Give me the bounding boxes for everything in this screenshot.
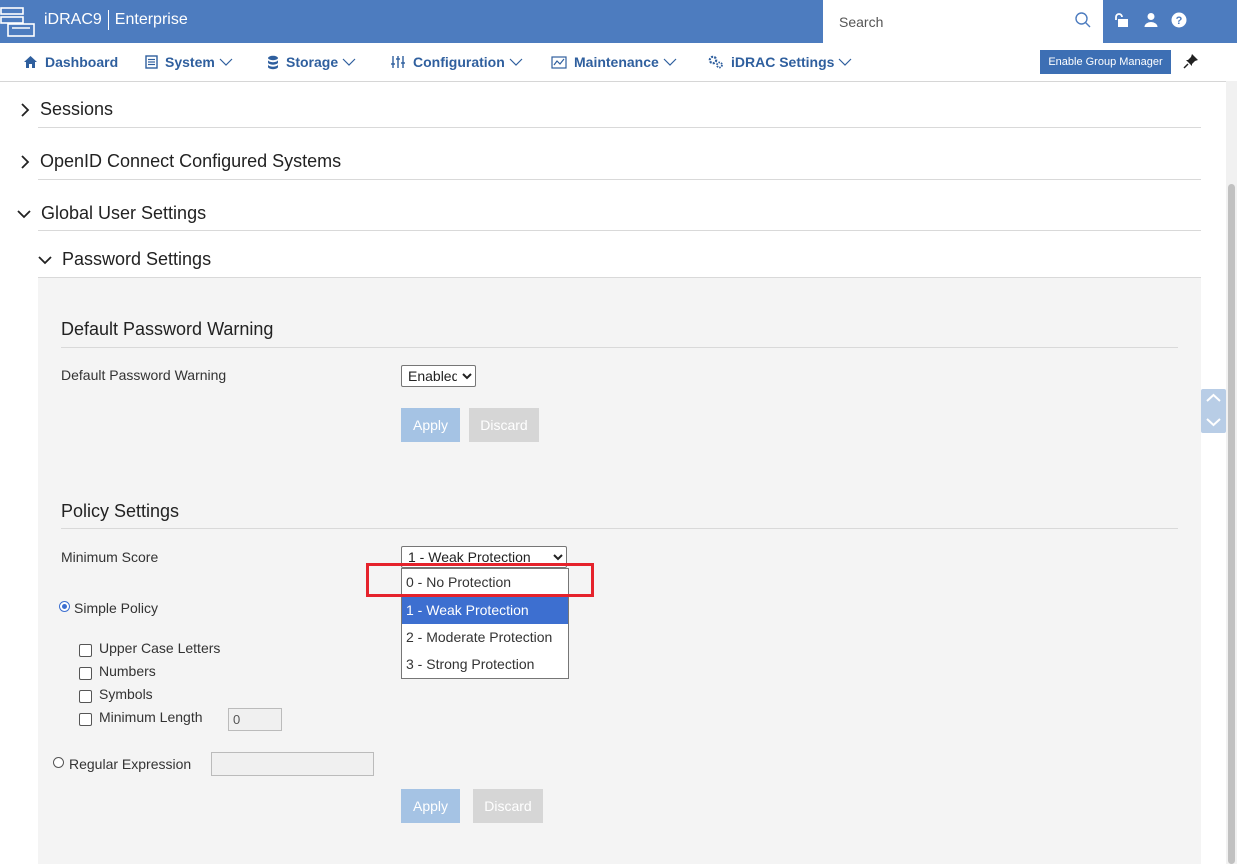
user-icon[interactable] [1143, 12, 1159, 28]
nav-dashboard-label: Dashboard [45, 54, 119, 70]
minimum-score-label: Minimum Score [61, 549, 159, 565]
default-password-warning-heading: Default Password Warning [61, 319, 274, 339]
enable-group-manager-button[interactable]: Enable Group Manager [1040, 50, 1171, 74]
discard-button[interactable]: Discard [469, 408, 539, 442]
upper-case-checkbox[interactable] [79, 644, 92, 657]
nav-configuration[interactable]: Configuration [390, 54, 523, 70]
regular-expression-radio[interactable] [53, 757, 64, 768]
upper-case-label: Upper Case Letters [99, 640, 221, 656]
unlock-icon[interactable] [1113, 12, 1129, 28]
search-icon[interactable] [1074, 11, 1092, 29]
database-icon [268, 55, 278, 69]
divider [61, 347, 1178, 348]
nav-configuration-label: Configuration [413, 54, 505, 70]
nav-storage[interactable]: Storage [267, 54, 356, 70]
regular-expression-input[interactable] [211, 752, 374, 776]
nav-idrac-settings[interactable]: iDRAC Settings [708, 54, 852, 70]
policy-settings-heading: Policy Settings [61, 501, 180, 521]
highlight-box [366, 563, 594, 597]
chevron-up-icon[interactable] [1206, 393, 1221, 403]
chevron-down-icon[interactable] [1206, 417, 1221, 427]
nav-storage-label: Storage [286, 54, 339, 70]
apply-button[interactable]: Apply [401, 789, 460, 823]
symbols-label: Symbols [99, 686, 153, 702]
chevron-down-icon [342, 58, 356, 66]
regular-expression-label: Regular Expression [69, 756, 192, 772]
brand-title: iDRAC9 Enterprise [44, 10, 188, 30]
apply-button[interactable]: Apply [401, 408, 460, 442]
option-weak-protection[interactable]: 1 - Weak Protection [402, 597, 568, 624]
nav-maintenance[interactable]: Maintenance [551, 54, 677, 70]
server-icon [145, 55, 158, 69]
divider [38, 127, 1201, 128]
pin-icon[interactable] [1183, 53, 1199, 69]
chevron-right-icon [21, 102, 30, 117]
chevron-down-icon [17, 209, 31, 218]
nav-system[interactable]: System [145, 54, 233, 70]
search-box [823, 0, 1103, 43]
help-icon[interactable]: ? [1171, 12, 1187, 28]
vertical-scrollbar[interactable] [1226, 81, 1237, 864]
option-moderate-protection[interactable]: 2 - Moderate Protection [402, 624, 568, 651]
sliders-icon [391, 56, 405, 68]
nav-maintenance-label: Maintenance [574, 54, 659, 70]
numbers-label: Numbers [99, 663, 156, 679]
numbers-checkbox[interactable] [79, 667, 92, 680]
scrollbar-thumb[interactable] [1228, 184, 1235, 864]
divider [61, 528, 1178, 529]
option-strong-protection[interactable]: 3 - Strong Protection [402, 651, 568, 678]
default-password-warning-select[interactable]: Enabled [401, 365, 476, 387]
divider [38, 179, 1201, 180]
svg-text:?: ? [1176, 15, 1183, 27]
home-icon [24, 56, 37, 68]
simple-policy-label: Simple Policy [74, 600, 159, 616]
chevron-down-icon [38, 255, 52, 264]
section-password-settings-label: Password Settings [62, 249, 212, 269]
minimum-length-checkbox[interactable] [79, 713, 92, 726]
chevron-down-icon [509, 58, 523, 66]
section-global-user-settings[interactable]: Global User Settings [17, 203, 206, 224]
default-password-warning-label: Default Password Warning [61, 367, 227, 383]
nav-idrac-settings-label: iDRAC Settings [731, 54, 835, 70]
edition-name: Enterprise [114, 11, 188, 28]
password-settings-panel [38, 278, 1201, 864]
divider [38, 230, 1201, 231]
nav-system-label: System [165, 54, 215, 70]
gears-icon [708, 55, 723, 69]
discard-button[interactable]: Discard [473, 789, 543, 823]
section-global-user-label: Global User Settings [41, 203, 207, 223]
header-icons: ? [1103, 0, 1237, 43]
chevron-down-icon [839, 58, 852, 66]
section-openid-label: OpenID Connect Configured Systems [40, 151, 342, 171]
minimum-length-input[interactable] [228, 708, 282, 731]
chevron-right-icon [21, 154, 30, 169]
section-openid[interactable]: OpenID Connect Configured Systems [20, 151, 341, 172]
chevron-down-icon [219, 58, 233, 66]
page-scroll-buttons[interactable] [1201, 389, 1226, 433]
section-password-settings[interactable]: Password Settings [38, 249, 211, 270]
chevron-down-icon [663, 58, 677, 66]
product-name: iDRAC9 [44, 11, 102, 28]
chart-icon [551, 55, 567, 69]
search-input[interactable] [837, 11, 1061, 33]
section-sessions-label: Sessions [40, 99, 114, 119]
server-rack-icon [0, 7, 35, 37]
symbols-checkbox[interactable] [79, 690, 92, 703]
minimum-length-label: Minimum Length [99, 709, 203, 725]
nav-dashboard[interactable]: Dashboard [23, 54, 118, 70]
simple-policy-radio[interactable] [59, 601, 70, 612]
section-sessions[interactable]: Sessions [20, 99, 113, 120]
